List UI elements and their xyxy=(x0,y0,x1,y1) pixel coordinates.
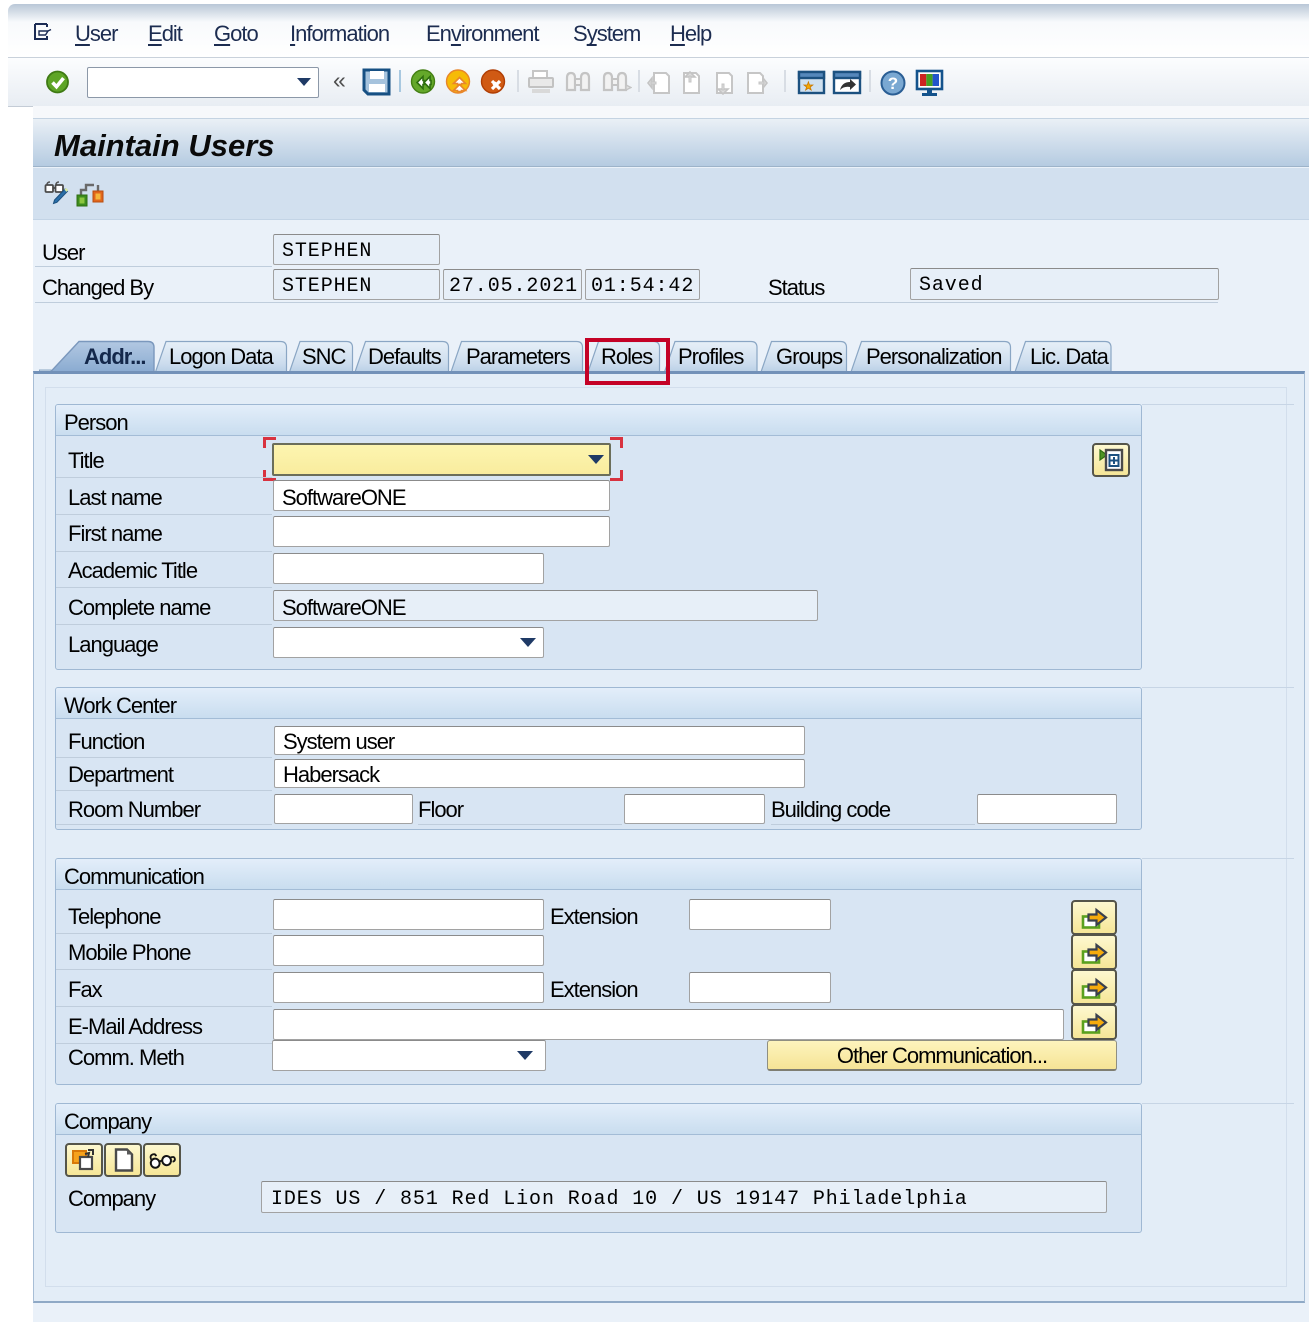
svg-text:?: ? xyxy=(888,74,898,93)
